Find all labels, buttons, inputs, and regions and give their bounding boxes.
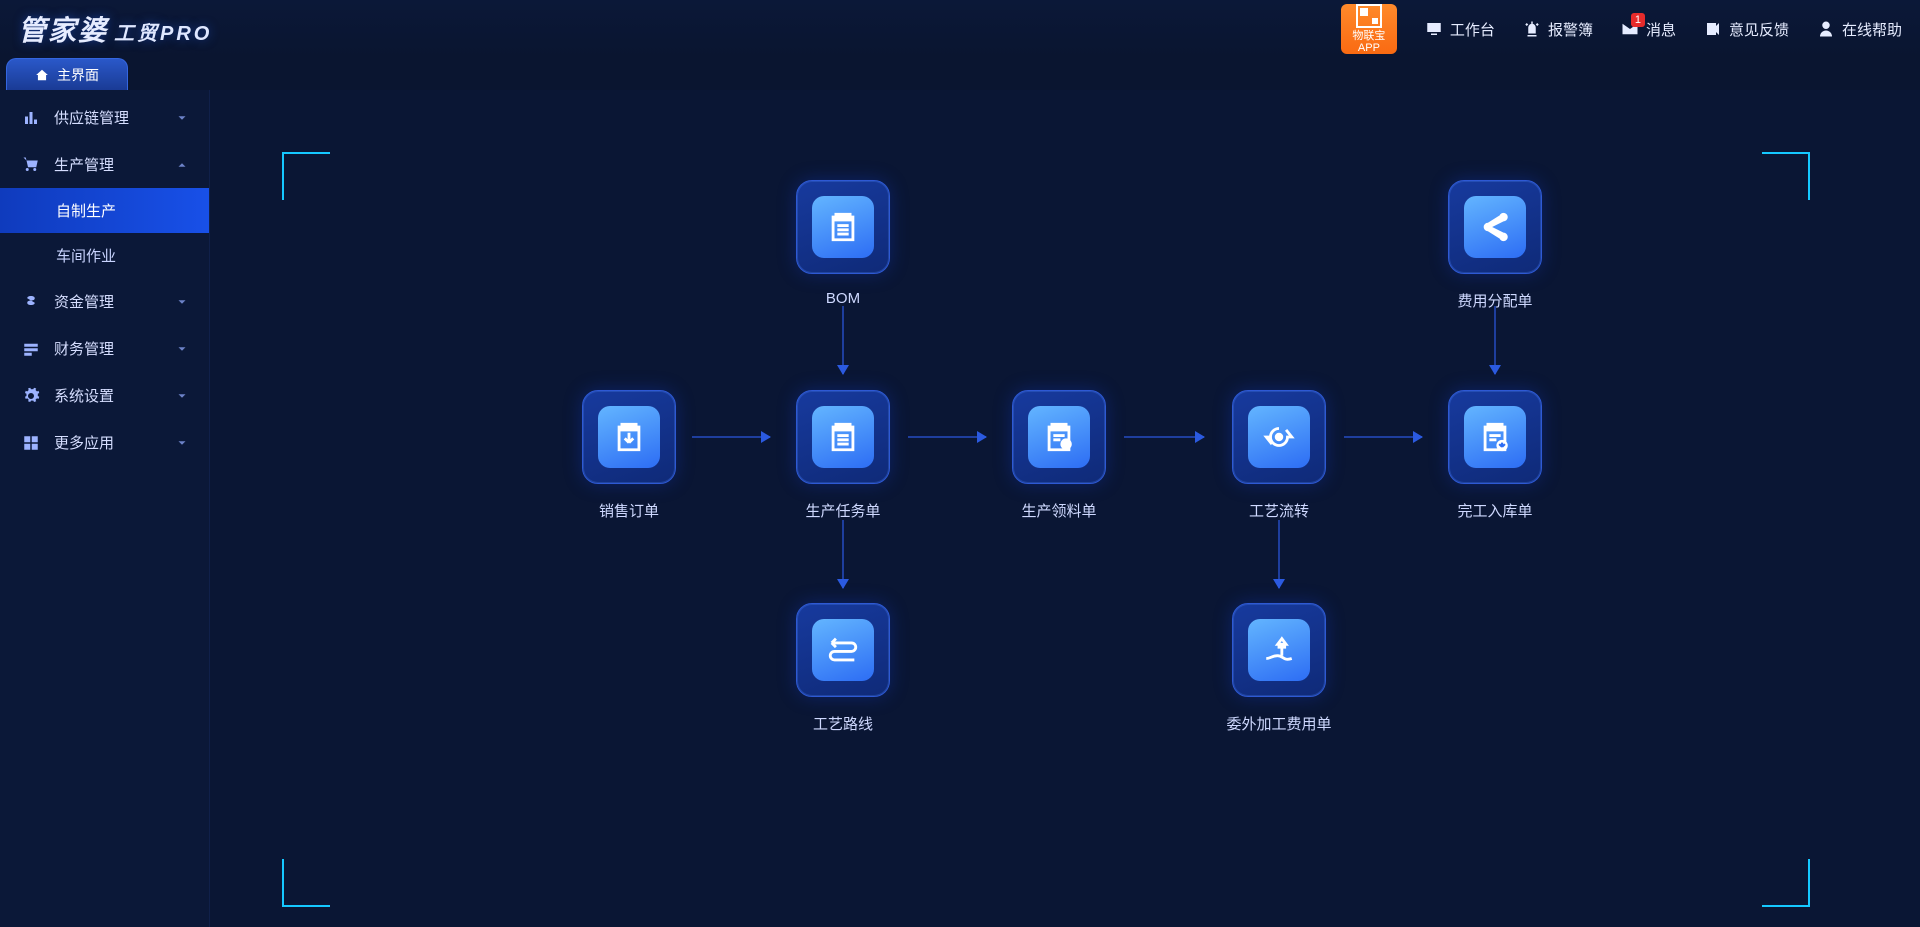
gear-icon bbox=[22, 387, 40, 405]
arrow bbox=[1344, 436, 1422, 438]
node-process-flow[interactable]: 工艺流转 bbox=[1220, 390, 1338, 521]
arrow bbox=[908, 436, 986, 438]
tab-home[interactable]: 主界面 bbox=[6, 58, 128, 90]
cart-icon bbox=[22, 156, 40, 174]
arrow bbox=[842, 520, 844, 588]
sidebar-sub-label: 车间作业 bbox=[56, 248, 116, 265]
gear-cycle-icon bbox=[1262, 420, 1296, 454]
node-bom[interactable]: BOM bbox=[784, 180, 902, 307]
chevron-down-icon bbox=[175, 342, 189, 356]
canvas-frame bbox=[282, 152, 1810, 907]
node-label: 工艺流转 bbox=[1220, 500, 1338, 521]
chevron-down-icon bbox=[175, 436, 189, 450]
arrow bbox=[842, 306, 844, 374]
workflow-canvas: BOM 费用分配单 销售订单 生产任务单 生产领料单 bbox=[210, 90, 1920, 927]
arrow bbox=[1124, 436, 1204, 438]
sidebar-item-more[interactable]: 更多应用 bbox=[0, 419, 209, 466]
node-label: 完工入库单 bbox=[1436, 500, 1554, 521]
sidebar-label: 系统设置 bbox=[54, 385, 114, 406]
brand-name: 管家婆 bbox=[18, 15, 108, 46]
sidebar-item-supplychain[interactable]: 供应链管理 bbox=[0, 94, 209, 141]
share-icon bbox=[1478, 210, 1512, 244]
nav-message-label: 消息 bbox=[1646, 19, 1676, 40]
sidebar-sub-workshop[interactable]: 车间作业 bbox=[0, 233, 209, 278]
nav-workbench[interactable]: 工作台 bbox=[1425, 19, 1495, 40]
sidebar-label: 资金管理 bbox=[54, 291, 114, 312]
clipboard-down-icon bbox=[1478, 420, 1512, 454]
node-label: 生产任务单 bbox=[784, 500, 902, 521]
wlb-line1: 物联宝 bbox=[1352, 30, 1385, 42]
frame-corner bbox=[1762, 152, 1810, 200]
nav-alarm-label: 报警簿 bbox=[1548, 19, 1593, 40]
nav-feedback-label: 意见反馈 bbox=[1729, 19, 1789, 40]
node-sales-order[interactable]: 销售订单 bbox=[570, 390, 688, 521]
tab-strip: 主界面 bbox=[0, 58, 1920, 90]
ledger-icon bbox=[22, 340, 40, 358]
sidebar-label: 生产管理 bbox=[54, 154, 114, 175]
home-icon bbox=[35, 68, 49, 82]
node-outsource-fee[interactable]: 委外加工费用单 bbox=[1220, 603, 1338, 734]
wlb-line2: APP bbox=[1358, 42, 1380, 54]
sidebar-item-production[interactable]: 生产管理 bbox=[0, 141, 209, 188]
route-icon bbox=[826, 633, 860, 667]
sidebar-label: 供应链管理 bbox=[54, 107, 129, 128]
grid-icon bbox=[22, 434, 40, 452]
node-label: 销售订单 bbox=[570, 500, 688, 521]
monitor-icon bbox=[1425, 20, 1443, 38]
sidebar-production-sub: 自制生产 车间作业 bbox=[0, 188, 209, 278]
wulianbao-app-badge[interactable]: 物联宝 APP bbox=[1341, 4, 1397, 54]
download-clipboard-icon bbox=[612, 420, 646, 454]
sidebar-label: 更多应用 bbox=[54, 432, 114, 453]
frame-corner bbox=[282, 859, 330, 907]
hand-money-icon bbox=[1262, 633, 1296, 667]
message-badge: 1 bbox=[1631, 13, 1645, 27]
chart-icon bbox=[22, 109, 40, 127]
chevron-up-icon bbox=[175, 158, 189, 172]
clipboard-badge-icon bbox=[1042, 420, 1076, 454]
user-icon bbox=[1817, 20, 1835, 38]
chevron-down-icon bbox=[175, 389, 189, 403]
node-material-requisition[interactable]: 生产领料单 bbox=[1000, 390, 1118, 521]
node-finished-in[interactable]: 完工入库单 bbox=[1436, 390, 1554, 521]
frame-corner bbox=[282, 152, 330, 200]
node-label: BOM bbox=[784, 290, 902, 307]
siren-icon bbox=[1523, 20, 1541, 38]
top-bar: 管家婆工贸PRO 物联宝 APP 工作台 报警簿 1 消息 意见反馈 在线帮助 bbox=[0, 0, 1920, 58]
chevron-down-icon bbox=[175, 295, 189, 309]
tab-home-label: 主界面 bbox=[57, 65, 99, 85]
qr-icon bbox=[1356, 4, 1382, 28]
node-route[interactable]: 工艺路线 bbox=[784, 603, 902, 734]
sidebar-item-finance[interactable]: 财务管理 bbox=[0, 325, 209, 372]
frame-corner bbox=[1762, 859, 1810, 907]
node-label: 委外加工费用单 bbox=[1220, 713, 1338, 734]
clipboard-list-icon bbox=[826, 420, 860, 454]
brand-logo: 管家婆工贸PRO bbox=[18, 9, 212, 49]
edit-icon bbox=[1704, 20, 1722, 38]
chevron-down-icon bbox=[175, 111, 189, 125]
node-production-task[interactable]: 生产任务单 bbox=[784, 390, 902, 521]
sidebar-label: 财务管理 bbox=[54, 338, 114, 359]
sidebar-sub-selfmade[interactable]: 自制生产 bbox=[0, 188, 209, 233]
node-label: 工艺路线 bbox=[784, 713, 902, 734]
node-fee-allocation[interactable]: 费用分配单 bbox=[1436, 180, 1554, 311]
nav-workbench-label: 工作台 bbox=[1450, 19, 1495, 40]
dollar-icon bbox=[22, 293, 40, 311]
arrow bbox=[1278, 520, 1280, 588]
main-layout: 供应链管理 生产管理 自制生产 车间作业 资金管理 bbox=[0, 90, 1920, 927]
sidebar-item-funds[interactable]: 资金管理 bbox=[0, 278, 209, 325]
brand-suffix: 工贸PRO bbox=[114, 23, 212, 45]
node-label: 生产领料单 bbox=[1000, 500, 1118, 521]
nav-help[interactable]: 在线帮助 bbox=[1817, 19, 1902, 40]
nav-feedback[interactable]: 意见反馈 bbox=[1704, 19, 1789, 40]
nav-message[interactable]: 1 消息 bbox=[1621, 19, 1676, 40]
nav-alarm[interactable]: 报警簿 bbox=[1523, 19, 1593, 40]
sidebar-sub-label: 自制生产 bbox=[56, 203, 116, 220]
sidebar-item-settings[interactable]: 系统设置 bbox=[0, 372, 209, 419]
arrow bbox=[1494, 306, 1496, 374]
sidebar: 供应链管理 生产管理 自制生产 车间作业 资金管理 bbox=[0, 90, 210, 927]
nav-help-label: 在线帮助 bbox=[1842, 19, 1902, 40]
top-nav: 物联宝 APP 工作台 报警簿 1 消息 意见反馈 在线帮助 bbox=[1341, 4, 1902, 54]
arrow bbox=[692, 436, 770, 438]
clipboard-icon bbox=[826, 210, 860, 244]
